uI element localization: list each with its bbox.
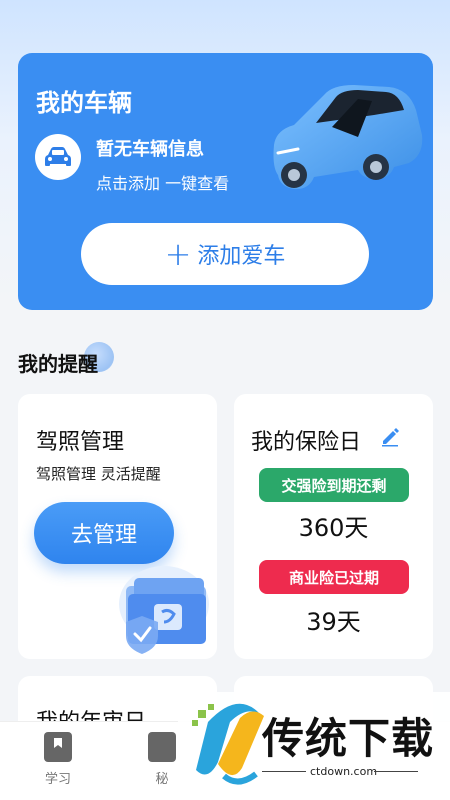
- insurance-title: 我的保险日: [251, 430, 362, 455]
- add-car-button[interactable]: + 添加爱车: [81, 223, 369, 285]
- compulsory-insurance-badge: 交强险到期还剩: [259, 468, 409, 502]
- watermark-line-left: [262, 771, 306, 772]
- book-icon: [44, 732, 72, 762]
- watermark-text: 传统下载: [262, 714, 435, 763]
- reminders-title: 我的提醒: [18, 352, 98, 376]
- compulsory-days-remaining: 360天: [298, 514, 369, 542]
- folder-shield-icon: [119, 566, 209, 654]
- watermark-url: ctdown.com: [310, 765, 378, 778]
- add-car-label: 添加爱车: [197, 244, 286, 269]
- watermark-line-right: [374, 771, 418, 772]
- car-avatar-icon: [35, 134, 81, 180]
- vehicle-hint-text: 点击添加 一键查看: [96, 174, 230, 193]
- manage-button[interactable]: 去管理: [34, 502, 174, 564]
- vehicle-status-text: 暂无车辆信息: [96, 139, 204, 160]
- nav-item-study[interactable]: 学习: [33, 732, 83, 787]
- car-illustration-icon: [273, 85, 423, 190]
- vehicle-card-title: 我的车辆: [36, 89, 132, 117]
- commercial-insurance-badge: 商业险已过期: [259, 560, 409, 594]
- commercial-days-expired: 39天: [306, 608, 361, 636]
- nav-study-label: 学习: [44, 772, 71, 787]
- license-subtitle: 驾照管理 灵活提醒: [36, 465, 161, 483]
- vehicle-card: 我的车辆 暂无车辆信息 点击添加 一键查看 + 添加爱车: [18, 53, 433, 310]
- insurance-card[interactable]: 我的保险日 交强险到期还剩 360天 商业险已过期 39天: [234, 394, 433, 659]
- secret-icon: [148, 732, 176, 762]
- license-card[interactable]: 驾照管理 驾照管理 灵活提醒 去管理: [18, 394, 217, 659]
- license-title: 驾照管理: [36, 430, 125, 455]
- edit-pencil-icon[interactable]: [379, 425, 401, 447]
- plus-icon: +: [164, 235, 192, 273]
